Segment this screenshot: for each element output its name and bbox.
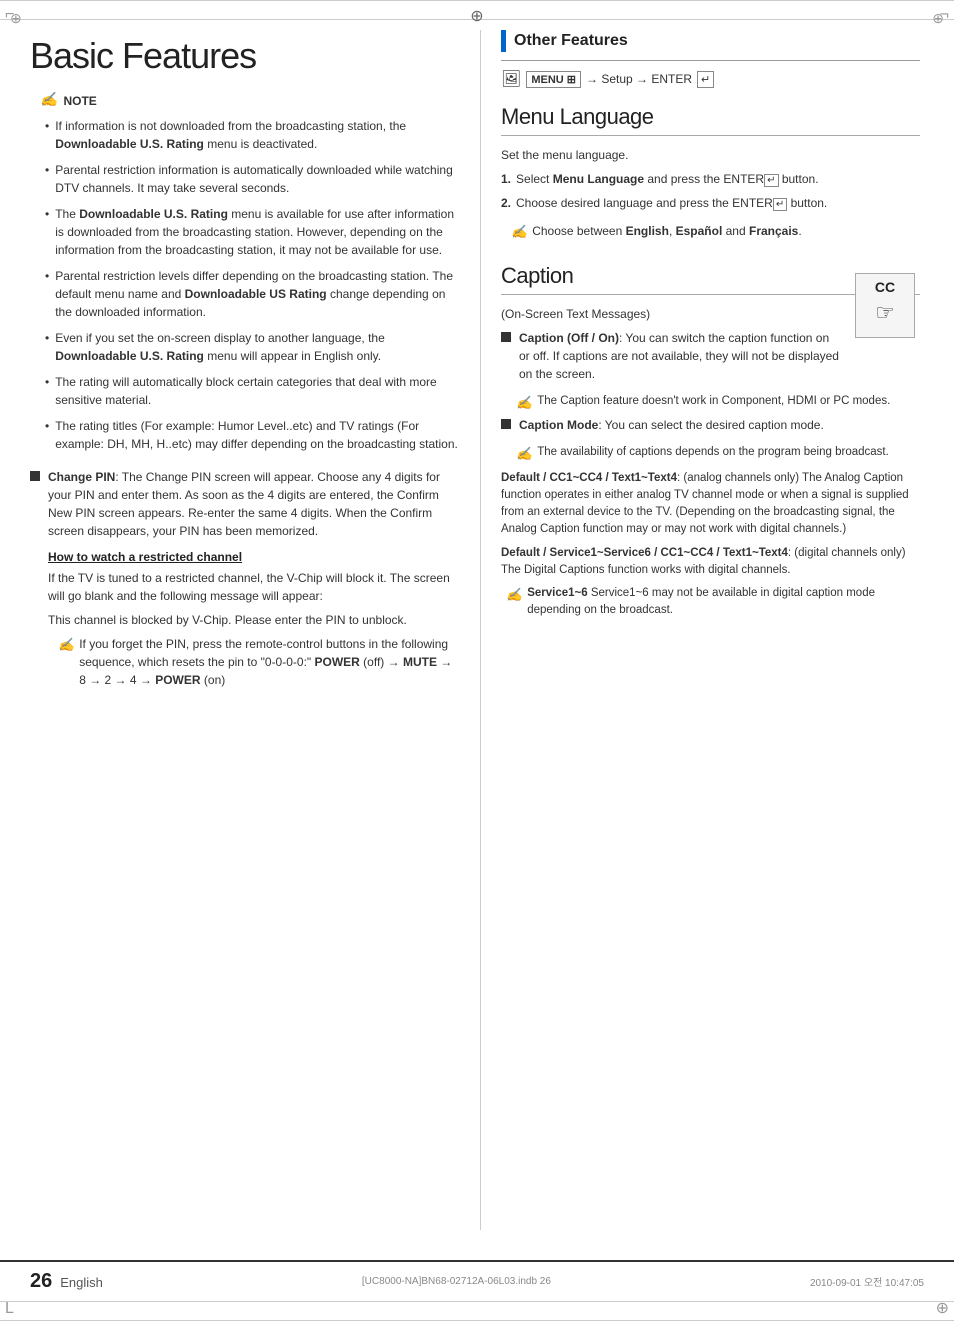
note-inline-icon: ✍ [58,635,74,655]
finger-icon: ☞ [875,300,895,326]
list-item: 2. Choose desired language and press the… [501,194,920,212]
menu-language-note: ✍ Choose between English, Español and Fr… [501,222,920,242]
other-features-divider [501,60,920,61]
menu-language-divider [501,135,920,136]
other-features-header: Other Features [501,30,920,52]
restricted-channel-title: How to watch a restricted channel [48,550,460,564]
cc-button-graphic: CC ☞ [855,273,915,338]
corner-mark-br: ⊕ [936,1298,949,1318]
note-header: ✍ NOTE [40,92,460,109]
left-column: Basic Features ✍ NOTE If information is … [30,30,480,1230]
service-note: ✍ Service1~6 Service1~6 may not be avail… [506,585,920,620]
note-header-label: NOTE [63,94,96,108]
menu-language-intro: Set the menu language. [501,146,920,164]
right-column: Other Features 🖼 MENU ⊞ → Setup → ENTER … [480,30,920,1230]
caption-mode-note: ✍ The availability of captions depends o… [506,444,920,464]
bullet-icon-caption [501,332,511,342]
list-item: The rating will automatically block cert… [45,373,460,409]
list-item: If information is not downloaded from th… [45,117,460,153]
page-language: English [60,1275,103,1290]
restricted-channel-text2: This channel is blocked by V-Chip. Pleas… [48,611,460,629]
list-item: Even if you set the on-screen display to… [45,329,460,365]
default-service-text: Default / Service1~Service6 / CC1~CC4 / … [501,545,920,580]
cc-label: CC [875,279,895,295]
page-number: 26 [30,1270,52,1293]
other-features-title: Other Features [514,32,628,50]
default-cc1-text: Default / CC1~CC4 / Text1~Text4: (analog… [501,470,920,539]
page-title: Basic Features [30,35,460,77]
footer-date: 2010-09-01 오전 10:47:05 [810,1274,924,1289]
side-mark-right: ⊕ [932,10,944,27]
menu-icon: 🖼 [501,69,521,89]
caption-section: Caption (On-Screen Text Messages) CC ☞ C… [501,263,920,620]
bullet-icon-caption-mode [501,419,511,429]
note-section: ✍ NOTE If information is not downloaded … [30,92,460,453]
menu-box: MENU ⊞ [526,71,581,88]
note-icon: ✍ [40,92,57,109]
bullet-icon [30,471,40,481]
content-area: Basic Features ✍ NOTE If information is … [0,20,954,1260]
list-item: Parental restriction levels differ depen… [45,267,460,321]
page: ⌐ ¬ ⊕ ⊕ ⊕ Basic Features ✍ NOTE If infor… [0,0,954,1321]
caption-off-on-note: ✍ The Caption feature doesn't work in Co… [506,393,920,413]
menu-nav-text: → Setup → ENTER [586,72,692,86]
list-item: The Downloadable U.S. Rating menu is ava… [45,205,460,259]
note-list: If information is not downloaded from th… [40,117,460,453]
side-mark-left: ⊕ [10,10,22,27]
menu-language-steps: 1. Select Menu Language and press the EN… [501,170,920,212]
center-icon: ⊕ [0,1,954,26]
note-inline-icon-lang: ✍ [511,222,527,242]
list-item: 1. Select Menu Language and press the EN… [501,170,920,188]
restricted-channel-text1: If the TV is tuned to a restricted chann… [48,569,460,605]
change-pin-section: Change PIN: The Change PIN screen will a… [30,468,460,540]
menu-nav: 🖼 MENU ⊞ → Setup → ENTER ↵ [501,69,920,89]
restricted-channel-section: How to watch a restricted channel If the… [30,550,460,689]
list-item: Parental restriction information is auto… [45,161,460,197]
blue-bar [501,30,506,52]
footer-filename: [UC8000-NA]BN68-02712A-06L03.indb 26 [362,1276,551,1287]
footer: 26 English [UC8000-NA]BN68-02712A-06L03.… [0,1260,954,1301]
list-item: The rating titles (For example: Humor Le… [45,417,460,453]
caption-mode: Caption Mode: You can select the desired… [501,416,920,434]
corner-mark-bl: L [5,1300,14,1318]
pin-note: ✍ If you forget the PIN, press the remot… [48,635,460,689]
enter-icon: ↵ [697,71,714,88]
menu-language-title: Menu Language [501,104,920,130]
